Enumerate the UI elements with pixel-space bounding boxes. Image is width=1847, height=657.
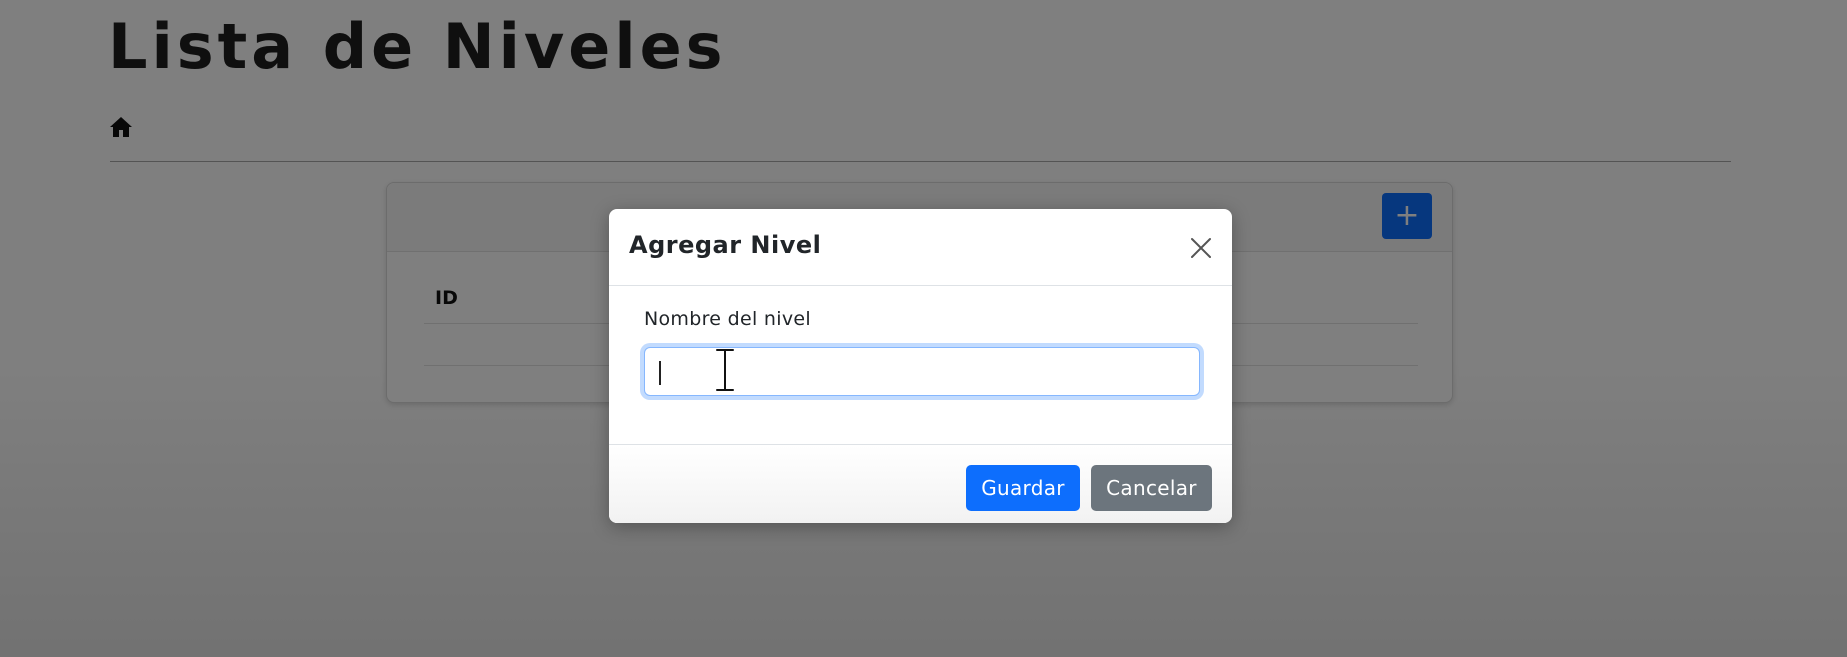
modal-body: Nombre del nivel xyxy=(609,286,1232,444)
text-caret xyxy=(659,361,661,385)
level-name-label: Nombre del nivel xyxy=(644,308,811,330)
modal-footer: Guardar Cancelar xyxy=(609,444,1232,523)
modal-title: Agregar Nivel xyxy=(629,231,822,259)
save-button[interactable]: Guardar xyxy=(966,465,1080,511)
close-icon xyxy=(1191,238,1211,258)
add-level-modal: Agregar Nivel Nombre del nivel Guardar C… xyxy=(609,209,1232,523)
modal-header: Agregar Nivel xyxy=(609,209,1232,286)
ibeam-cursor-icon xyxy=(714,348,736,392)
cancel-button[interactable]: Cancelar xyxy=(1091,465,1212,511)
close-button[interactable] xyxy=(1186,233,1216,263)
